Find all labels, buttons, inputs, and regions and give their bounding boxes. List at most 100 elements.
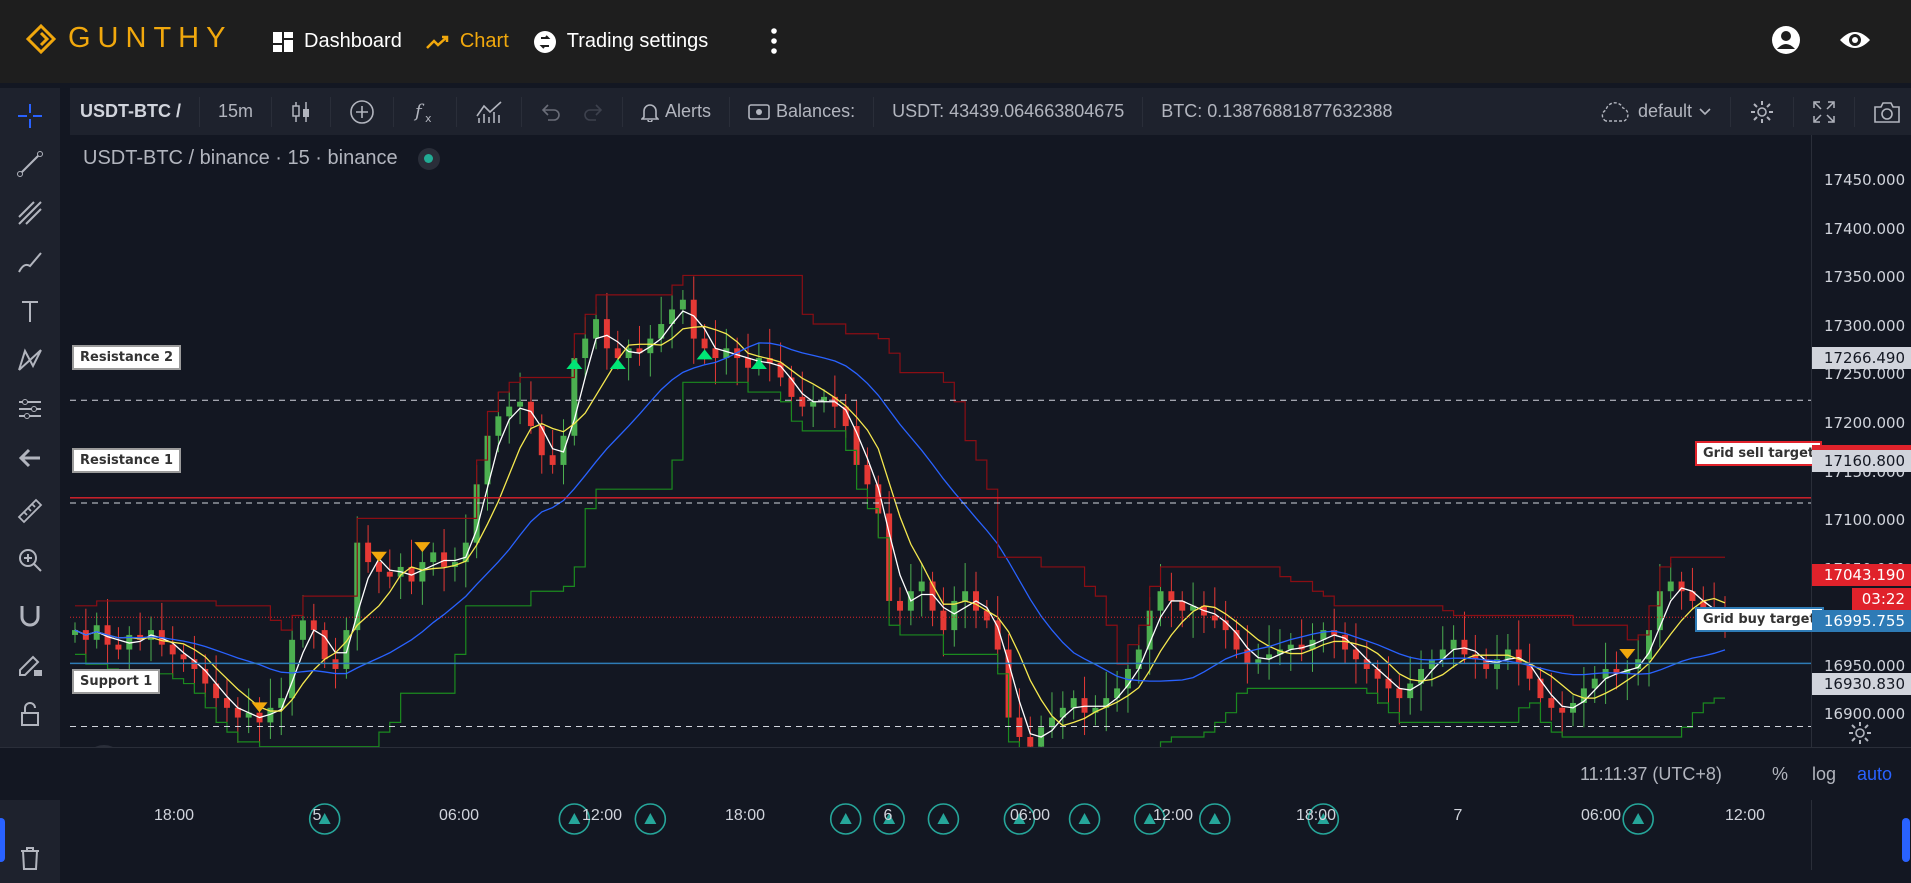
fullscreen-button[interactable] bbox=[1802, 100, 1846, 124]
chart-settings-button[interactable] bbox=[1739, 99, 1785, 125]
candle-body bbox=[864, 464, 871, 485]
trade-event-triangle bbox=[1078, 813, 1091, 824]
templates-button[interactable] bbox=[465, 100, 513, 124]
back-tool[interactable] bbox=[12, 440, 48, 476]
candle-body bbox=[549, 455, 556, 465]
candle-body bbox=[1667, 581, 1674, 592]
log-scale-toggle[interactable]: log bbox=[1812, 764, 1836, 785]
symbol-search[interactable]: USDT-BTC / bbox=[70, 101, 191, 122]
nav-chart[interactable]: Chart bbox=[425, 30, 509, 53]
text-icon bbox=[22, 301, 38, 322]
chart-type-button[interactable] bbox=[280, 100, 322, 124]
resistance-2-label: Resistance 2 bbox=[72, 345, 182, 370]
measure-tool[interactable] bbox=[12, 493, 48, 529]
buy-signal-marker bbox=[696, 349, 713, 360]
candle-body bbox=[1537, 678, 1544, 699]
account-icon[interactable] bbox=[1771, 25, 1801, 55]
resistance-2-price-tag: 17266.490 bbox=[1812, 347, 1911, 370]
delete-drawings-tool[interactable] bbox=[12, 840, 48, 876]
candle-body bbox=[679, 299, 686, 310]
text-tool[interactable] bbox=[12, 293, 48, 329]
resistance-1-price-tag: 17160.800 bbox=[1812, 450, 1911, 472]
separator bbox=[456, 96, 458, 127]
sell-signal-marker bbox=[251, 702, 268, 713]
indicators-button[interactable]: f x bbox=[402, 99, 448, 125]
candle-body bbox=[593, 319, 600, 339]
crosshair-tool[interactable] bbox=[12, 98, 48, 134]
redo-icon bbox=[584, 103, 603, 121]
gear-icon bbox=[1751, 100, 1773, 123]
nav-chart-label: Chart bbox=[459, 30, 509, 52]
candle-body bbox=[495, 416, 502, 436]
undo-button[interactable] bbox=[530, 102, 572, 122]
axis-settings-icon[interactable] bbox=[1848, 721, 1872, 745]
price-axis-tick: 16950.000 bbox=[1824, 656, 1906, 675]
candle-body bbox=[299, 620, 306, 640]
left-side-tab[interactable] bbox=[0, 818, 5, 862]
timezone-clock[interactable]: 11:11:37 (UTC+8) bbox=[1580, 764, 1722, 785]
layout-select[interactable]: default bbox=[1588, 100, 1722, 124]
magnet-tool[interactable] bbox=[12, 598, 48, 634]
trendline-icon bbox=[17, 151, 43, 177]
candle-body bbox=[1450, 639, 1457, 650]
trade-event-triangle bbox=[1208, 813, 1221, 824]
candle-body bbox=[712, 348, 719, 359]
gunthy-logo[interactable]: GUNTHY bbox=[26, 22, 232, 55]
support-1-price-tag: 16930.830 bbox=[1812, 673, 1911, 696]
compare-button[interactable] bbox=[339, 99, 385, 125]
unlock-icon bbox=[21, 702, 39, 726]
fib-tool[interactable] bbox=[12, 195, 48, 231]
lock-drawing-tool[interactable] bbox=[12, 647, 48, 683]
candle-body bbox=[1515, 649, 1522, 665]
function-icon: f x bbox=[413, 101, 432, 125]
btc-balance: BTC: 0.13876881877632388 bbox=[1151, 101, 1402, 122]
time-axis-tick: 06:00 bbox=[438, 807, 480, 824]
chart-line-icon bbox=[425, 35, 449, 49]
buy-signal-marker bbox=[750, 359, 767, 370]
candle-body bbox=[1027, 736, 1034, 747]
nav-trading-settings[interactable]: Trading settings bbox=[533, 30, 708, 54]
alerts-button[interactable]: Alerts bbox=[631, 101, 721, 122]
lock-all-tool[interactable] bbox=[12, 696, 48, 732]
trade-event-triangle bbox=[839, 813, 852, 824]
candle-body bbox=[289, 639, 296, 699]
trendline-tool[interactable] bbox=[12, 146, 48, 182]
percent-scale-toggle[interactable]: % bbox=[1772, 764, 1788, 785]
separator bbox=[729, 96, 731, 127]
pattern-tool[interactable] bbox=[12, 342, 48, 378]
candle-body bbox=[430, 552, 437, 563]
candle-body bbox=[386, 571, 393, 577]
brush-tool[interactable] bbox=[12, 244, 48, 280]
price-axis-tick: 17200.000 bbox=[1824, 413, 1906, 432]
time-axis-tick: 7 bbox=[1453, 807, 1463, 824]
svg-text:x: x bbox=[425, 112, 432, 125]
price-axis-tick: 17300.000 bbox=[1824, 316, 1906, 335]
prediction-tool[interactable] bbox=[12, 391, 48, 427]
auto-scale-toggle[interactable]: auto bbox=[1857, 764, 1892, 785]
candle-body bbox=[1504, 649, 1511, 660]
visibility-icon[interactable] bbox=[1839, 25, 1871, 55]
right-side-tab[interactable] bbox=[1902, 818, 1910, 862]
snapshot-button[interactable] bbox=[1863, 100, 1911, 124]
ma-fast-line bbox=[74, 310, 1726, 738]
grid-sell-target-label: Grid sell target bbox=[1695, 441, 1823, 466]
usdt-balance: USDT: 43439.064663804675 bbox=[882, 101, 1134, 122]
ma-medium-line bbox=[74, 325, 1726, 727]
nav-dashboard[interactable]: Dashboard bbox=[272, 30, 402, 53]
interval-select[interactable]: 15m bbox=[208, 101, 263, 122]
time-axis-tick: 18:00 bbox=[724, 807, 766, 824]
candle-body bbox=[365, 542, 372, 563]
cash-icon bbox=[748, 103, 770, 120]
undo-icon bbox=[541, 103, 560, 121]
zoom-tool[interactable] bbox=[12, 542, 48, 578]
resistance-1-label: Resistance 1 bbox=[72, 448, 182, 473]
candle-body bbox=[897, 600, 903, 611]
chart-toolbar: USDT-BTC / 15m f x Alerts Balances: USDT… bbox=[70, 88, 1911, 135]
dashboard-icon bbox=[273, 31, 293, 52]
more-menu-icon[interactable] bbox=[771, 28, 777, 54]
zoom-in-icon bbox=[19, 549, 42, 572]
last-price-tag: 17043.190 bbox=[1812, 564, 1911, 587]
redo-button[interactable] bbox=[572, 102, 614, 122]
candle-body bbox=[951, 600, 958, 631]
usdt-balance-value: USDT: 43439.064663804675 bbox=[892, 101, 1125, 121]
